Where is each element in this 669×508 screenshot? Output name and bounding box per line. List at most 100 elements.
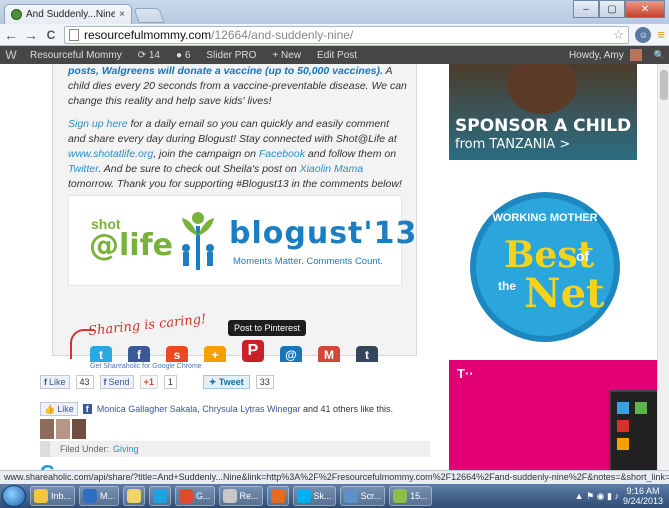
- updates-count: 14: [148, 49, 160, 61]
- taskbar-item-label: M...: [100, 491, 116, 501]
- maximize-button[interactable]: ▢: [599, 0, 625, 18]
- close-window-button[interactable]: ✕: [625, 0, 665, 18]
- google-plus-button[interactable]: +1: [139, 375, 158, 389]
- start-button[interactable]: [2, 485, 26, 507]
- clock[interactable]: 9:16 AM 9/24/2013: [623, 486, 663, 506]
- facebook-like-button-2[interactable]: 👍 Like: [40, 402, 78, 416]
- gplus-label: +1: [143, 377, 154, 387]
- taskbar-item[interactable]: [149, 486, 172, 506]
- adminbar-howdy[interactable]: Howdy, Amy: [569, 50, 624, 61]
- taskbar-item[interactable]: Re...: [218, 486, 263, 506]
- facebook-icon: f: [103, 377, 107, 387]
- taskbar-item[interactable]: M...: [79, 486, 120, 506]
- url-domain: resourcefulmommy.com: [84, 27, 212, 42]
- bookmark-share-icon[interactable]: +: [204, 346, 226, 362]
- sign-up-link[interactable]: Sign up here: [68, 118, 128, 130]
- avatar[interactable]: [72, 419, 86, 439]
- friends-names[interactable]: Monica Gallagher Sakala, Chrysula Lytras…: [97, 404, 301, 414]
- adminbar-site-link[interactable]: Resourceful Mommy: [22, 50, 130, 61]
- taskbar-item-label: Scr...: [360, 491, 382, 501]
- taskbar-item[interactable]: 15...: [389, 486, 432, 506]
- facebook-like-button[interactable]: f Like: [40, 375, 70, 389]
- avatar[interactable]: [56, 419, 70, 439]
- social-buttons-row: f Like 43 f Send +1 1 ✦ Tweet 33: [40, 375, 274, 389]
- taskbar-item[interactable]: Sk...: [292, 486, 336, 506]
- address-bar[interactable]: resourcefulmommy.com/12664/and-suddenly-…: [64, 25, 630, 44]
- search-icon[interactable]: 🔍: [654, 50, 665, 61]
- post-paragraph-1: posts, Walgreens will donate a vaccine (…: [68, 64, 408, 109]
- taskbar-item[interactable]: [123, 486, 146, 506]
- adminbar-comments[interactable]: ● 6: [168, 50, 198, 61]
- tweet-label: Tweet: [218, 377, 244, 387]
- adminbar-updates[interactable]: ⟳ 14: [130, 50, 168, 61]
- bookmark-star-icon[interactable]: ☆: [613, 27, 625, 43]
- blogust-banner[interactable]: shot @life blogust'13 Moments Matter. Co…: [68, 195, 416, 286]
- page-icon: [69, 28, 79, 41]
- taskbar-item[interactable]: Inb...: [30, 486, 76, 506]
- pinterest-share-icon[interactable]: P: [242, 340, 264, 362]
- facebook-icon: f: [44, 377, 47, 387]
- clock-time: 9:16 AM: [626, 486, 660, 496]
- adminbar-new[interactable]: + New: [264, 50, 309, 61]
- new-tab-button[interactable]: [133, 8, 165, 23]
- taskbar-item-label: Inb...: [51, 491, 72, 501]
- taskbar-item[interactable]: [266, 486, 289, 506]
- back-icon[interactable]: ←: [4, 27, 18, 43]
- facebook-send-button[interactable]: f Send: [99, 375, 134, 389]
- forward-icon[interactable]: →: [24, 27, 38, 43]
- comments-icon: ●: [176, 49, 185, 61]
- share-icons-row: t f s + P @ Mt: [90, 340, 378, 362]
- taskbar-item[interactable]: Scr...: [339, 486, 386, 506]
- minimize-button[interactable]: –: [573, 0, 599, 18]
- browser-toolbar: ← → C resourcefulmommy.com/12664/and-sud…: [0, 24, 669, 46]
- gmail-share-icon[interactable]: M: [318, 346, 340, 362]
- adminbar-edit-post[interactable]: Edit Post: [309, 50, 365, 61]
- get-shareaholic-link[interactable]: Get Shareaholic for Google Chrome: [90, 363, 202, 370]
- tray-icons[interactable]: ▲ ⚑ ◉ ▮ ♪: [575, 491, 619, 502]
- chrome-menu-icon[interactable]: ≡: [657, 27, 665, 42]
- sponsor-child-ad[interactable]: SPONSOR A CHILD from TANZANIA >: [449, 64, 637, 160]
- post-bold-text: posts, Walgreens will donate a vaccine (…: [68, 65, 383, 77]
- tab-close-icon[interactable]: ×: [119, 9, 125, 20]
- wordpress-logo-icon[interactable]: W: [0, 48, 22, 62]
- working-mother-badge[interactable]: WORKING MOTHER Best of the Net: [470, 192, 620, 342]
- facebook-link[interactable]: Facebook: [259, 148, 305, 160]
- windows-taskbar: Inb... M... G... Re... Sk... Scr... 15... ▲ ⚑ …: [0, 484, 669, 508]
- phone-image: [609, 390, 659, 470]
- post-text: , join the campaign on: [153, 148, 259, 160]
- system-tray: ▲ ⚑ ◉ ▮ ♪ 9:16 AM 9/24/2013: [575, 486, 667, 506]
- badge-of: of: [576, 248, 590, 264]
- shotatlife-link[interactable]: www.shotatlife.org: [68, 148, 153, 160]
- avatar[interactable]: [40, 419, 54, 439]
- reload-icon[interactable]: C: [44, 28, 58, 42]
- extension-icon[interactable]: ☺: [635, 26, 652, 43]
- fb-send-label: Send: [108, 377, 130, 387]
- adminbar-slider-pro[interactable]: Slider PRO: [198, 50, 264, 61]
- post-text: tomorrow. Thank you for supporting #Blog…: [68, 178, 402, 190]
- banner-blogust-text: blogust'13: [229, 216, 418, 251]
- taskbar-item[interactable]: G...: [175, 486, 215, 506]
- tumblr-share-icon[interactable]: t: [356, 346, 378, 362]
- email-share-icon[interactable]: @: [280, 346, 302, 362]
- tmobile-logo: T··: [457, 366, 474, 381]
- sponsor-line-2: from TANZANIA >: [455, 137, 571, 152]
- category-link[interactable]: Giving: [113, 444, 139, 454]
- stumbleupon-share-icon[interactable]: s: [166, 346, 188, 362]
- twitter-share-icon[interactable]: t: [90, 346, 112, 362]
- new-label: New: [281, 49, 302, 61]
- browser-tab[interactable]: And Suddenly...Nine ×: [4, 4, 132, 24]
- taskbar-item-label: G...: [196, 491, 211, 501]
- tmobile-ad[interactable]: T··: [449, 360, 659, 470]
- xiaolin-mama-link[interactable]: Xiaolin Mama: [300, 163, 364, 175]
- post-text: . And be sure to check out Sheila's post…: [98, 163, 300, 175]
- tweet-button[interactable]: ✦ Tweet: [202, 375, 250, 389]
- facebook-share-icon[interactable]: f: [128, 346, 150, 362]
- avatar[interactable]: [629, 49, 642, 61]
- app-icon: [270, 489, 285, 503]
- page-scrollbar[interactable]: [657, 64, 669, 470]
- twitter-link[interactable]: Twitter: [68, 163, 98, 175]
- friends-rest: and 41 others like this.: [300, 404, 394, 414]
- scrollbar-thumb[interactable]: [660, 70, 668, 100]
- tree-icon: [182, 212, 214, 270]
- facebook-icon: f: [82, 404, 92, 414]
